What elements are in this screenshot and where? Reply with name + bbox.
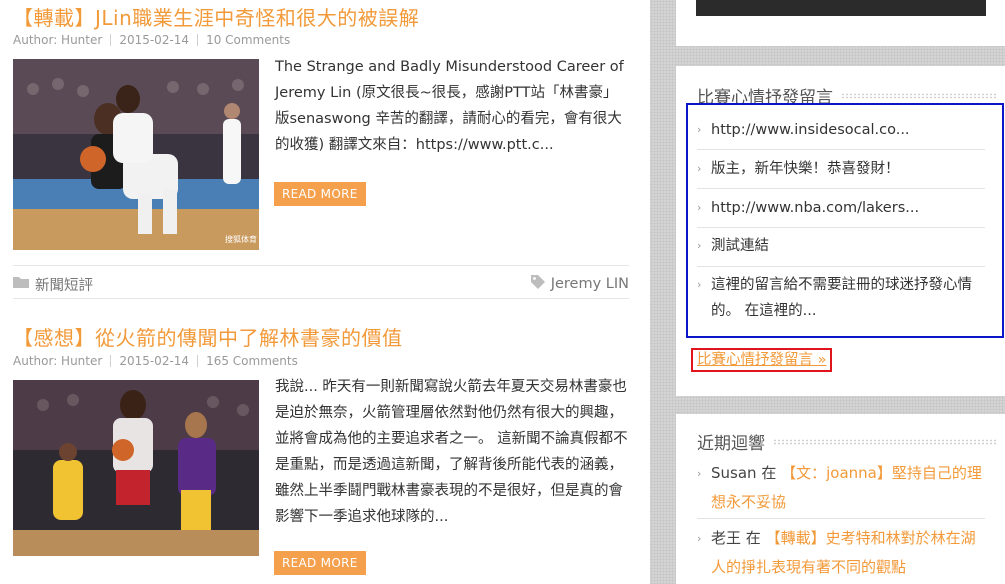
chevron-right-icon: › (697, 467, 702, 480)
post-date: 2015-02-14 (119, 354, 190, 368)
read-more-button[interactable]: READ MORE (274, 182, 366, 206)
widget-image (696, 0, 986, 16)
post-thumbnail[interactable]: 搜狐体育 (13, 59, 259, 250)
comment-link[interactable]: http://www.insidesocal.co... (697, 117, 985, 143)
comment-in: 在 (741, 529, 766, 547)
recent-comment-item: › 老王 在 【轉載】史考特和林對於林在湖人的掙扎表現有著不同的觀點 (697, 524, 985, 582)
comment-link[interactable]: 這裡的留言給不需要註冊的球迷抒發心情的。 在這裡的... (697, 272, 985, 324)
post-comments-link[interactable]: 165 Comments (206, 354, 298, 368)
title-dots (773, 438, 997, 445)
comment-author: 老王 (711, 529, 742, 547)
divider (697, 227, 985, 228)
meta-divider (197, 34, 199, 46)
post-author: Author: Hunter (13, 354, 103, 368)
divider (13, 265, 629, 266)
post-category[interactable]: 新聞短評 (13, 274, 93, 295)
recent-comment-item: › Susan 在 【文：joanna】堅持自己的理想永不妥協 (697, 459, 985, 517)
divider (13, 298, 629, 299)
comment-item[interactable]: › 版主，新年快樂！恭喜發財！ (697, 156, 985, 182)
divider (697, 149, 985, 150)
comment-item[interactable]: › 這裡的留言給不需要註冊的球迷抒發心情的。 在這裡的... (697, 272, 985, 324)
chevron-right-icon: › (697, 123, 702, 136)
tag-icon (530, 275, 545, 293)
svg-text:搜狐体育: 搜狐体育 (225, 234, 257, 244)
read-more-button[interactable]: READ MORE (274, 551, 366, 575)
comment-item[interactable]: › 測試連結 (697, 233, 985, 259)
comment-link[interactable]: http://www.nba.com/lakers... (697, 195, 985, 221)
post-excerpt: 我說... 昨天有一則新聞寫說火箭去年夏天交易林書豪也是迫於無奈，火箭管理層依然… (275, 379, 628, 525)
widget-title: 近期迴響 (697, 429, 997, 454)
widget-title-text: 近期迴響 (697, 434, 765, 454)
top-widget (676, 0, 1005, 46)
comment-link[interactable]: 測試連結 (697, 233, 985, 259)
meta-divider (110, 355, 112, 367)
post-meta: Author: Hunter 2015-02-14 10 Comments (13, 33, 290, 47)
divider (697, 188, 985, 189)
post-title[interactable]: 【感想】從火箭的傳聞中了解林書豪的價值 (13, 322, 403, 351)
post-thumbnail[interactable] (13, 380, 259, 556)
comment-link[interactable]: 版主，新年快樂！恭喜發財！ (697, 156, 985, 182)
comment-in: 在 (756, 464, 782, 482)
comment-item[interactable]: › http://www.insidesocal.co... (697, 117, 985, 143)
post-date: 2015-02-14 (119, 33, 190, 47)
post-title[interactable]: 【轉載】JLin職業生涯中奇怪和很大的被誤解 (13, 2, 419, 31)
title-dots (841, 92, 997, 99)
divider (697, 518, 985, 519)
meta-divider (110, 34, 112, 46)
category-label[interactable]: 新聞短評 (35, 274, 93, 295)
post-excerpt: The Strange and Badly Misunderstood Care… (275, 59, 624, 153)
meta-divider (197, 355, 199, 367)
divider (697, 266, 985, 267)
post-footer: 新聞短評 Jeremy LIN (13, 273, 629, 295)
post-author: Author: Hunter (13, 33, 103, 47)
tag-label[interactable]: Jeremy LIN (551, 276, 629, 292)
more-comments-link[interactable]: 比賽心情抒發留言 » (691, 348, 833, 372)
post-meta: Author: Hunter 2015-02-14 165 Comments (13, 354, 298, 368)
chevron-right-icon: › (697, 278, 702, 291)
chevron-right-icon: › (697, 532, 702, 545)
comment-author: Susan (711, 464, 757, 482)
post-tags[interactable]: Jeremy LIN (530, 275, 629, 293)
chevron-right-icon: › (697, 162, 702, 175)
main-content: 【轉載】JLin職業生涯中奇怪和很大的被誤解 Author: Hunter 20… (0, 0, 650, 584)
post-comments-link[interactable]: 10 Comments (206, 33, 290, 47)
chevron-right-icon: › (697, 239, 702, 252)
folder-icon (13, 276, 29, 292)
chevron-right-icon: › (697, 201, 702, 214)
comment-item[interactable]: › http://www.nba.com/lakers... (697, 195, 985, 221)
